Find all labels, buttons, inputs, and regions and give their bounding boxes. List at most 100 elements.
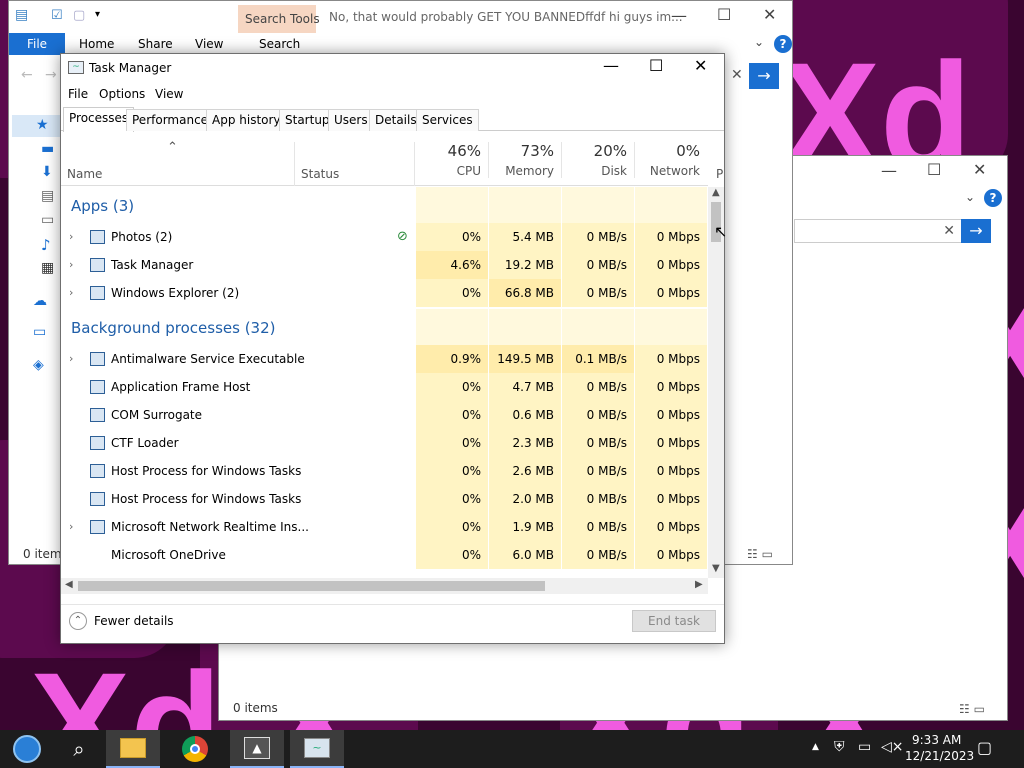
taskbar-chrome[interactable] (168, 730, 222, 768)
search-button[interactable]: ⌕ (52, 730, 106, 768)
expand-chevron-icon[interactable]: › (69, 345, 73, 373)
volume-mute-icon[interactable]: ◁× (881, 739, 904, 755)
tab-app-history[interactable]: App history (206, 109, 287, 131)
col-memory[interactable]: 73% Memory (488, 142, 561, 178)
chevron-up-icon[interactable]: ⌃ (69, 612, 87, 630)
new-folder-icon[interactable]: ▢ (73, 8, 85, 23)
search-input[interactable]: ✕ (794, 219, 962, 243)
group-header[interactable]: Background processes (32) (61, 309, 708, 345)
minimize-button[interactable]: — (881, 161, 897, 180)
search-go-button[interactable]: → (749, 63, 779, 89)
nav-item-quick-access[interactable]: ★ (12, 115, 62, 137)
close-button[interactable]: ✕ (763, 5, 776, 24)
expand-chevron-icon[interactable]: › (69, 223, 73, 251)
table-row[interactable]: › Antimalware Service Executable 0.9% 149.5… (61, 345, 708, 373)
scroll-up-icon[interactable]: ▲ (712, 187, 720, 198)
help-icon[interactable]: ? (774, 35, 792, 53)
col-disk[interactable]: 20% Disk (561, 142, 634, 178)
end-task-button[interactable]: End task (632, 610, 716, 632)
chevron-up-icon[interactable]: ▲ (812, 742, 819, 752)
table-row[interactable]: › Microsoft Network Realtime Ins... 0% 1.9 … (61, 513, 708, 541)
onedrive-icon[interactable]: ☁ (33, 293, 47, 309)
process-list[interactable]: Apps (3) › Photos (2) ⊘ 0% 5.4 MB 0 MB/s 0 Mbps… (61, 187, 708, 578)
vertical-scrollbar[interactable]: ▲ ▼ (708, 187, 724, 578)
chevron-down-icon[interactable]: ⌄ (965, 190, 975, 204)
table-row[interactable]: CTF Loader 0% 2.3 MB 0 MB/s 0 Mbps (61, 429, 708, 457)
table-row[interactable]: Host Process for Windows Tasks 0% 2.0 MB 0 … (61, 485, 708, 513)
clear-search-icon[interactable]: ✕ (731, 67, 743, 83)
tab-users[interactable]: Users (328, 109, 374, 131)
expand-chevron-icon[interactable]: › (69, 251, 73, 279)
clock-date[interactable]: 12/21/2023 (905, 749, 974, 763)
desktop-icon[interactable]: ▬ (41, 141, 54, 157)
maximize-button[interactable]: ☐ (927, 160, 941, 179)
col-status[interactable]: Status (301, 167, 339, 181)
tab-view[interactable]: View (195, 37, 223, 51)
chevron-down-icon[interactable]: ▾ (95, 9, 100, 20)
downloads-icon[interactable]: ⬇ (41, 164, 53, 180)
close-button[interactable]: ✕ (973, 160, 986, 179)
tab-details[interactable]: Details (369, 109, 423, 131)
minimize-button[interactable]: — (671, 6, 687, 25)
this-pc-icon[interactable]: ▭ (33, 324, 46, 340)
table-row[interactable]: Microsoft OneDrive 0% 6.0 MB 0 MB/s 0 Mbps (61, 541, 708, 569)
table-row[interactable]: › Photos (2) ⊘ 0% 5.4 MB 0 MB/s 0 Mbps (61, 223, 708, 251)
horizontal-scrollbar[interactable]: ◀ ▶ (61, 578, 708, 594)
col-name[interactable]: Name (67, 167, 102, 181)
scroll-left-icon[interactable]: ◀ (65, 579, 73, 590)
group-header[interactable]: Apps (3) (61, 187, 708, 223)
maximize-button[interactable]: ☐ (717, 5, 731, 24)
start-button[interactable] (0, 730, 54, 768)
col-cpu[interactable]: 46% CPU (415, 142, 488, 178)
network-label: Network (649, 164, 700, 178)
videos-icon[interactable]: ▦ (41, 260, 54, 276)
file-tab[interactable]: File (9, 33, 65, 55)
close-button[interactable]: ✕ (694, 56, 707, 75)
col-power[interactable]: P (716, 167, 723, 181)
network-icon[interactable]: ◈ (33, 357, 44, 373)
minimize-button[interactable]: — (603, 56, 619, 75)
table-row[interactable]: COM Surrogate 0% 0.6 MB 0 MB/s 0 Mbps (61, 401, 708, 429)
tab-share[interactable]: Share (138, 37, 173, 51)
tab-performance[interactable]: Performance (126, 109, 215, 131)
col-network[interactable]: 0% Network (634, 142, 707, 178)
back-arrow-icon[interactable]: ← (21, 67, 33, 83)
tab-processes[interactable]: Processes (63, 107, 135, 132)
security-icon[interactable]: ⛨ (834, 739, 845, 755)
scrollbar-thumb[interactable] (78, 581, 545, 591)
scroll-right-icon[interactable]: ▶ (695, 579, 703, 590)
table-row[interactable]: Application Frame Host 0% 4.7 MB 0 MB/s 0 Mb… (61, 373, 708, 401)
fewer-details-link[interactable]: Fewer details (94, 614, 174, 628)
maximize-button[interactable]: ☐ (649, 56, 663, 75)
network-icon[interactable]: ▭ (858, 739, 871, 755)
search-go-button[interactable]: → (961, 219, 991, 243)
clock-time[interactable]: 9:33 AM (912, 733, 961, 747)
chevron-down-icon[interactable]: ⌄ (754, 35, 764, 49)
task-manager-window[interactable]: ~ Task Manager — ☐ ✕ File Options View P… (60, 53, 727, 644)
taskbar-file-explorer[interactable] (106, 730, 160, 768)
notifications-icon[interactable]: ▢ (977, 738, 992, 757)
table-row[interactable]: Host Process for Windows Tasks 0% 2.6 MB 0 … (61, 457, 708, 485)
menu-file[interactable]: File (68, 87, 88, 101)
taskbar-photos[interactable]: ▲ (230, 730, 284, 768)
table-row[interactable]: › Task Manager 4.6% 19.2 MB 0 MB/s 0 Mbps (61, 251, 708, 279)
menu-view[interactable]: View (155, 87, 183, 101)
view-toggle-icons[interactable]: ☷ ▭ (747, 547, 773, 561)
documents-icon[interactable]: ▤ (41, 188, 54, 204)
music-icon[interactable]: ♪ (41, 236, 51, 254)
help-icon[interactable]: ? (984, 189, 1002, 207)
forward-arrow-icon[interactable]: → (45, 67, 57, 83)
taskbar-task-manager[interactable]: ~ (290, 730, 344, 768)
view-toggle-icons[interactable]: ☷ ▭ (959, 702, 985, 716)
properties-icon[interactable]: ☑ (51, 8, 63, 23)
tab-search[interactable]: Search (259, 37, 300, 51)
table-row[interactable]: › Windows Explorer (2) 0% 66.8 MB 0 MB/s 0 Mb… (61, 279, 708, 307)
menu-options[interactable]: Options (99, 87, 145, 101)
scroll-down-icon[interactable]: ▼ (712, 563, 720, 574)
tab-home[interactable]: Home (79, 37, 114, 51)
expand-chevron-icon[interactable]: › (69, 279, 73, 307)
tab-services[interactable]: Services (416, 109, 479, 131)
pictures-icon[interactable]: ▭ (41, 212, 54, 228)
clear-search-icon[interactable]: ✕ (943, 223, 955, 239)
expand-chevron-icon[interactable]: › (69, 513, 73, 541)
